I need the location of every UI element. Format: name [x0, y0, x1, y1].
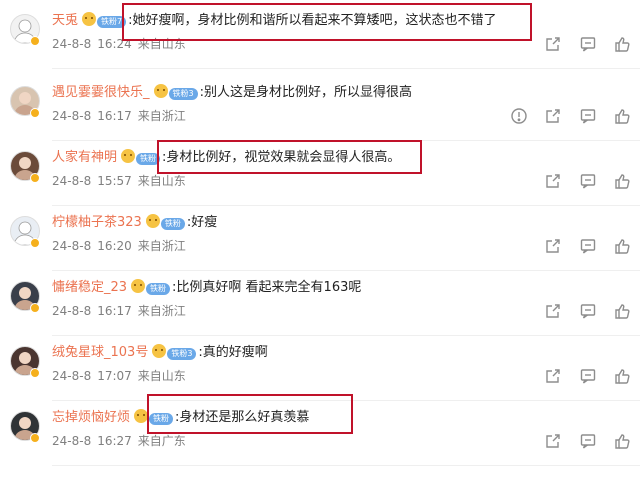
- fan-emoji-icon: [131, 279, 146, 293]
- fan-emoji-icon: [134, 409, 149, 423]
- username[interactable]: 天兎: [52, 13, 78, 28]
- forward-icon[interactable]: [544, 107, 562, 125]
- comment-time: 16:27: [97, 434, 132, 448]
- verified-badge: [30, 108, 40, 118]
- fan-emoji-icon: [82, 12, 97, 26]
- username[interactable]: 忘掉烦恼好烦: [52, 410, 130, 425]
- comment-meta: 24-8-8 15:57 来自山东: [52, 172, 192, 190]
- comment-time: 16:17: [97, 109, 132, 123]
- comment-date: 24-8-8: [52, 239, 92, 253]
- comment-text: :比例真好啊 看起来完全有163呢: [172, 280, 362, 295]
- comment-location: 来自浙江: [137, 304, 186, 318]
- username[interactable]: 人家有神明: [52, 150, 117, 165]
- comment-line: 慵绪稳定_23 铁粉:比例真好啊 看起来完全有163呢: [52, 277, 361, 299]
- comment-time: 16:20: [97, 239, 132, 253]
- comment-text: :好瘦: [186, 215, 218, 230]
- comment-meta: 24-8-8 16:27 来自广东: [52, 432, 192, 450]
- verified-badge: [30, 303, 40, 313]
- divider: [52, 68, 640, 69]
- forward-icon[interactable]: [544, 367, 562, 385]
- comment-meta: 24-8-8 17:07 来自山东: [52, 367, 192, 385]
- fan-emoji-icon: [145, 214, 160, 228]
- forward-icon[interactable]: [544, 172, 562, 190]
- divider: [52, 205, 640, 206]
- highlight-box-2: [157, 140, 422, 174]
- like-icon[interactable]: [613, 432, 631, 450]
- divider: [52, 465, 640, 466]
- like-icon[interactable]: [613, 237, 631, 255]
- comment-location: 来自浙江: [137, 109, 186, 123]
- divider: [52, 270, 640, 271]
- fan-level-badge: 铁粉3: [167, 348, 197, 360]
- comment-icon[interactable]: [579, 172, 597, 190]
- like-icon[interactable]: [613, 302, 631, 320]
- forward-icon[interactable]: [544, 302, 562, 320]
- comment-date: 24-8-8: [52, 304, 92, 318]
- verified-badge: [30, 238, 40, 248]
- comment-text: :真的好瘦啊: [198, 345, 268, 360]
- comment-line: 遇见霎霎很快乐_ 铁粉3:别人这是身材比例好，所以显得很高: [52, 82, 412, 104]
- comment-icon[interactable]: [579, 432, 597, 450]
- comment-location: 来自广东: [137, 434, 186, 448]
- like-icon[interactable]: [613, 172, 631, 190]
- verified-badge: [30, 433, 40, 443]
- comment-date: 24-8-8: [52, 37, 92, 51]
- comment-location: 来自山东: [137, 174, 186, 188]
- comment-item: 慵绪稳定_23 铁粉:比例真好啊 看起来完全有163呢 24-8-8 16:17 来自浙…: [0, 275, 640, 339]
- comment-date: 24-8-8: [52, 109, 92, 123]
- forward-icon[interactable]: [544, 432, 562, 450]
- comment-date: 24-8-8: [52, 434, 92, 448]
- username[interactable]: 绒兔星球_103号: [52, 345, 148, 360]
- comment-time: 17:07: [97, 369, 132, 383]
- comment-icon[interactable]: [579, 35, 597, 53]
- forward-icon[interactable]: [544, 35, 562, 53]
- fan-level-badge: 铁粉: [146, 283, 171, 295]
- comment-meta: 24-8-8 16:17 来自浙江: [52, 302, 192, 320]
- comment-line: 绒兔星球_103号 铁粉3:真的好瘦啊: [52, 342, 268, 364]
- comment-meta: 24-8-8 16:20 来自浙江: [52, 237, 192, 255]
- comment-item: 柠檬柚子茶323 铁粉:好瘦 24-8-8 16:20 来自浙江: [0, 210, 640, 274]
- comment-icon[interactable]: [579, 237, 597, 255]
- like-icon[interactable]: [613, 367, 631, 385]
- like-icon[interactable]: [613, 107, 631, 125]
- highlight-box-3: [147, 394, 353, 434]
- highlight-box-1: [122, 3, 532, 41]
- verified-badge: [30, 173, 40, 183]
- comment-icon[interactable]: [579, 367, 597, 385]
- comment-line: 柠檬柚子茶323 铁粉:好瘦: [52, 212, 217, 234]
- comment-text: :别人这是身材比例好，所以显得很高: [199, 85, 412, 100]
- divider: [52, 335, 640, 336]
- fan-emoji-icon: [121, 149, 136, 163]
- fan-emoji-icon: [153, 84, 168, 98]
- username[interactable]: 慵绪稳定_23: [52, 280, 127, 295]
- fan-level-badge: 铁粉: [160, 218, 185, 230]
- comment-item: 遇见霎霎很快乐_ 铁粉3:别人这是身材比例好，所以显得很高 24-8-8 16:17 来…: [0, 80, 640, 144]
- comment-date: 24-8-8: [52, 174, 92, 188]
- forward-icon[interactable]: [544, 237, 562, 255]
- fan-level-badge: 铁粉3: [168, 88, 198, 100]
- username[interactable]: 柠檬柚子茶323: [52, 215, 142, 230]
- fan-emoji-icon: [152, 344, 167, 358]
- comment-time: 16:17: [97, 304, 132, 318]
- verified-badge: [30, 368, 40, 378]
- report-icon[interactable]: [510, 107, 528, 125]
- like-icon[interactable]: [613, 35, 631, 53]
- verified-badge: [30, 36, 40, 46]
- comment-location: 来自浙江: [137, 239, 186, 253]
- comment-icon[interactable]: [579, 302, 597, 320]
- comment-icon[interactable]: [579, 107, 597, 125]
- comment-meta: 24-8-8 16:17 来自浙江: [52, 107, 192, 125]
- username[interactable]: 遇见霎霎很快乐_: [52, 85, 150, 100]
- comment-time: 15:57: [97, 174, 132, 188]
- comment-location: 来自山东: [137, 369, 186, 383]
- comment-date: 24-8-8: [52, 369, 92, 383]
